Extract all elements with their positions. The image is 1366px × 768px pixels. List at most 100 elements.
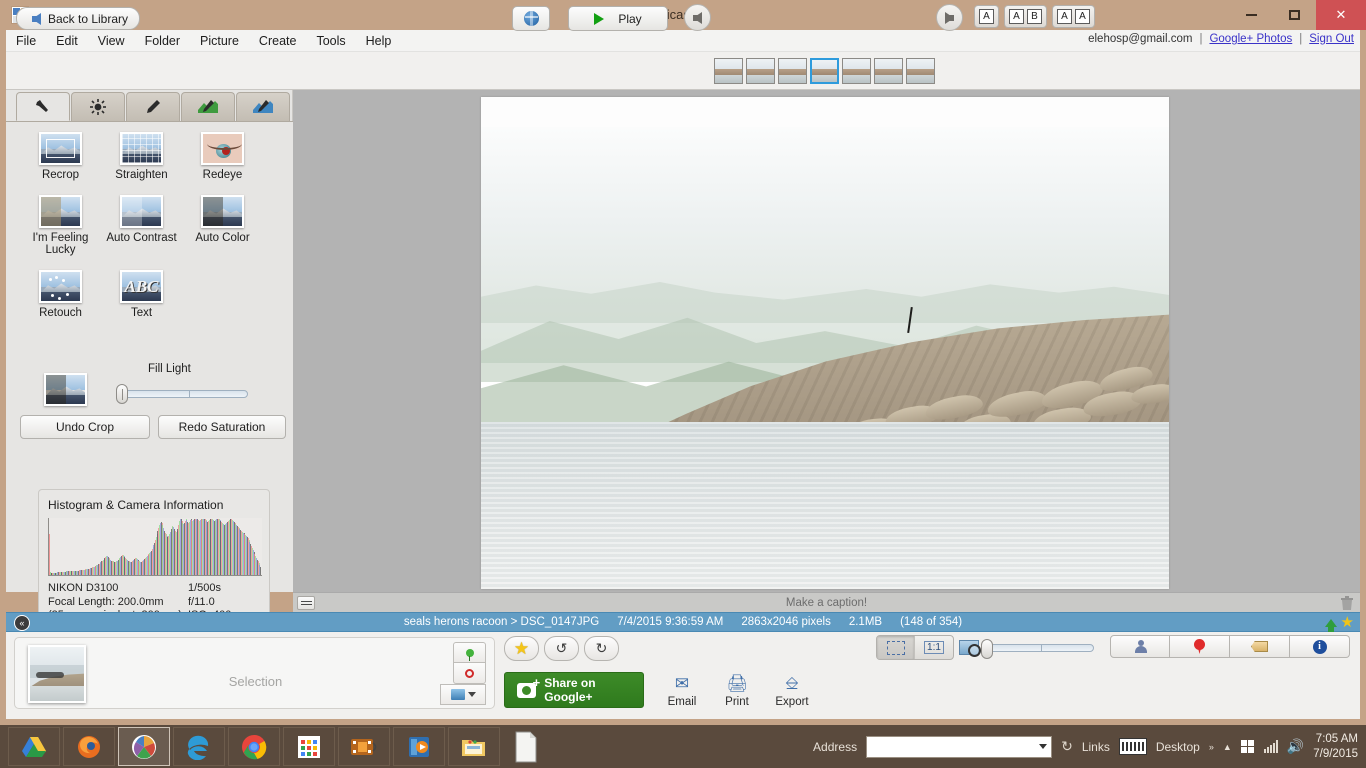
- fill-light-slider-handle[interactable]: [116, 384, 128, 404]
- tags-button[interactable]: [1230, 635, 1290, 658]
- sign-out-link[interactable]: Sign Out: [1309, 33, 1354, 45]
- redo-saturation-button[interactable]: Redo Saturation: [158, 415, 286, 439]
- links-label[interactable]: Links: [1082, 740, 1110, 754]
- taskbar-media-player[interactable]: [393, 727, 445, 766]
- chevron-up-icon[interactable]: ▲: [1223, 742, 1232, 752]
- tab-more-effects-green[interactable]: [181, 92, 235, 121]
- rotate-right-button[interactable]: ↻: [584, 636, 619, 661]
- windows-flag-icon[interactable]: [1240, 739, 1255, 754]
- tab-tuning[interactable]: [71, 92, 125, 121]
- clear-selection-button[interactable]: [453, 663, 486, 684]
- filmstrip-thumbnail[interactable]: [746, 58, 775, 84]
- menu-help[interactable]: Help: [356, 32, 402, 50]
- crop-icon: [39, 132, 82, 165]
- places-button[interactable]: [1170, 635, 1230, 658]
- taskbar-file-explorer[interactable]: [448, 727, 500, 766]
- caption-bar[interactable]: Make a caption!: [293, 592, 1360, 612]
- menu-edit[interactable]: Edit: [46, 32, 88, 50]
- undo-crop-button[interactable]: Undo Crop: [20, 415, 150, 439]
- taskbar-clock[interactable]: 7:05 AM 7/9/2015: [1313, 732, 1358, 762]
- network-signal-icon[interactable]: [1263, 740, 1278, 753]
- menu-create[interactable]: Create: [249, 32, 307, 50]
- close-button[interactable]: ✕: [1316, 0, 1366, 30]
- photo-image[interactable]: [481, 97, 1169, 589]
- properties-button[interactable]: i: [1290, 635, 1350, 658]
- zoom-slider-handle[interactable]: [981, 638, 993, 659]
- trash-icon[interactable]: [1340, 595, 1354, 611]
- add-to-album-button[interactable]: [440, 684, 486, 705]
- export-button[interactable]: ⎒ Export: [761, 674, 823, 708]
- filmstrip-thumbnail[interactable]: [906, 58, 935, 84]
- photo-water: [481, 421, 1169, 589]
- caption-toggle-icon[interactable]: [297, 596, 315, 610]
- selection-tray[interactable]: Selection: [14, 637, 495, 709]
- address-input[interactable]: [866, 735, 1053, 758]
- refresh-icon[interactable]: ↻: [1061, 738, 1073, 755]
- fill-light-slider-track[interactable]: [118, 390, 248, 398]
- text-abc-icon: ABC: [120, 270, 163, 303]
- minimize-button[interactable]: [1230, 0, 1273, 30]
- tool-auto-color[interactable]: Auto Color: [182, 195, 263, 256]
- star-icon[interactable]: ★: [1341, 615, 1354, 630]
- tool-straighten[interactable]: Straighten: [101, 132, 182, 181]
- email-button[interactable]: ✉ Email: [651, 674, 713, 708]
- taskbar-internet-explorer[interactable]: [173, 727, 225, 766]
- tab-effects[interactable]: [126, 92, 180, 121]
- back-to-library-button[interactable]: Back to Library: [16, 7, 140, 30]
- desktop-label[interactable]: Desktop: [1156, 740, 1200, 754]
- filmstrip-thumbnail[interactable]: [778, 58, 807, 84]
- menu-view[interactable]: View: [88, 32, 135, 50]
- taskbar-firefox[interactable]: [63, 727, 115, 766]
- keyboard-icon[interactable]: [1118, 738, 1147, 755]
- taskbar-document[interactable]: [503, 727, 549, 766]
- compare-aa-button[interactable]: A A: [1052, 5, 1095, 28]
- google-plus-photos-link[interactable]: Google+ Photos: [1209, 33, 1292, 45]
- chevron-down-icon[interactable]: [1039, 744, 1048, 749]
- hold-selection-button[interactable]: [453, 642, 486, 663]
- tab-more-effects-blue[interactable]: [236, 92, 290, 121]
- tab-basic-fixes[interactable]: [16, 92, 70, 121]
- rotate-left-button[interactable]: ↺: [544, 636, 579, 661]
- menu-folder[interactable]: Folder: [135, 32, 190, 50]
- next-photo-button[interactable]: [936, 4, 963, 31]
- tool-retouch[interactable]: Retouch: [20, 270, 101, 319]
- print-button[interactable]: 🖨 Print: [706, 674, 768, 708]
- menu-picture[interactable]: Picture: [190, 32, 249, 50]
- taskbar-app-grid[interactable]: [283, 727, 335, 766]
- filmstrip-thumbnail[interactable]: [842, 58, 871, 84]
- speaker-icon[interactable]: 🔊: [1287, 738, 1304, 755]
- tool-auto-contrast[interactable]: Auto Contrast: [101, 195, 182, 256]
- star-button[interactable]: ★: [504, 636, 539, 661]
- tool-recrop[interactable]: Recrop: [20, 132, 101, 181]
- filmstrip-thumbnail[interactable]: [810, 58, 839, 84]
- compare-single-button[interactable]: A: [974, 5, 999, 28]
- share-on-google-plus-button[interactable]: Share on Google+: [504, 672, 644, 708]
- taskbar-google-drive[interactable]: [8, 727, 60, 766]
- taskbar-video-editor[interactable]: [338, 727, 390, 766]
- tool-im-feeling-lucky[interactable]: I'm Feeling Lucky: [20, 195, 101, 256]
- zoom-photo-icon[interactable]: [959, 640, 981, 657]
- one-to-one-button[interactable]: 1:1: [915, 636, 953, 659]
- filmstrip-thumbnail[interactable]: [714, 58, 743, 84]
- collapse-left-icon[interactable]: «: [14, 615, 30, 631]
- filmstrip-thumbnail[interactable]: [874, 58, 903, 84]
- separator: |: [1299, 33, 1303, 45]
- maximize-button[interactable]: [1273, 0, 1316, 30]
- overflow-chevron[interactable]: »: [1209, 742, 1214, 752]
- previous-photo-button[interactable]: [684, 4, 711, 31]
- taskbar-google-chrome[interactable]: [228, 727, 280, 766]
- menu-tools[interactable]: Tools: [306, 32, 355, 50]
- photo-viewer[interactable]: [293, 90, 1360, 592]
- menu-file[interactable]: File: [6, 32, 46, 50]
- play-slideshow-button[interactable]: Play: [568, 6, 668, 31]
- taskbar-picasa[interactable]: [118, 727, 170, 766]
- people-button[interactable]: [1110, 635, 1170, 658]
- compare-ab-button[interactable]: A B: [1004, 5, 1047, 28]
- fit-to-window-button[interactable]: [877, 636, 915, 659]
- upload-arrow-icon[interactable]: [1324, 618, 1337, 633]
- tool-redeye[interactable]: Redeye: [182, 132, 263, 181]
- zoom-slider-track[interactable]: [981, 638, 1094, 659]
- upload-globe-button[interactable]: [512, 6, 550, 31]
- tool-text[interactable]: ABC Text: [101, 270, 182, 319]
- edit-panel: Recrop Straighten Redeye I'm Feeling Luc…: [6, 90, 293, 629]
